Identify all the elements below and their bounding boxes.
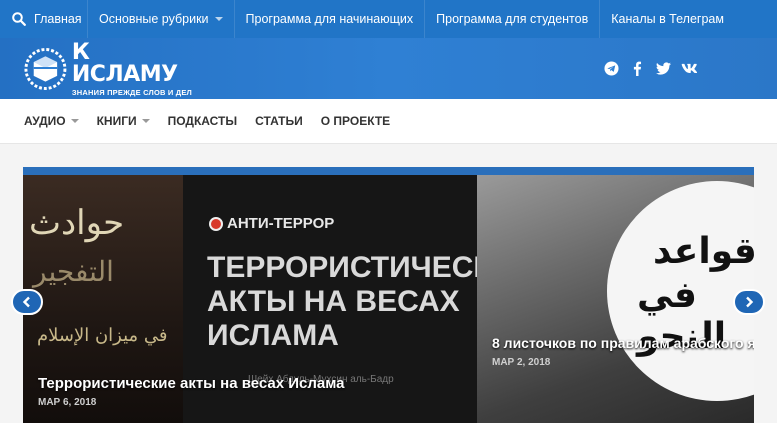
chevron-down-icon bbox=[214, 17, 223, 21]
facebook-icon[interactable] bbox=[629, 60, 645, 76]
slide-headline: ТЕРРОРИСТИЧЕСКИЕ АКТЫ НА ВЕСАХ ИСЛАМА bbox=[207, 251, 477, 353]
subnav-item-label: ПОДКАСТЫ bbox=[167, 114, 238, 128]
slider-prev-button[interactable] bbox=[11, 289, 43, 315]
home-link[interactable]: Главная bbox=[0, 0, 88, 38]
search-icon[interactable] bbox=[12, 12, 26, 26]
nav-item-telegram[interactable]: Каналы в Телеграм bbox=[600, 0, 735, 38]
nav-item-beginners[interactable]: Программа для начинающих bbox=[235, 0, 426, 38]
vk-icon[interactable] bbox=[681, 60, 697, 76]
subnav-item-books[interactable]: КНИГИ bbox=[97, 114, 150, 128]
slide-headline-line: ТЕРРОРИСТИЧЕСКИЕ bbox=[207, 251, 477, 284]
subnav-item-audio[interactable]: АУДИО bbox=[24, 114, 79, 128]
chevron-down-icon bbox=[70, 119, 79, 123]
subnav-item-label: АУДИО bbox=[24, 114, 66, 128]
slide-date: МАР 6, 2018 bbox=[38, 397, 97, 408]
site-logo[interactable]: К ИСЛАМУ ЗНАНИЯ ПРЕЖДЕ СЛОВ И ДЕЛ bbox=[23, 41, 199, 97]
site-header: К ИСЛАМУ ЗНАНИЯ ПРЕЖДЕ СЛОВ И ДЕЛ bbox=[0, 38, 777, 99]
subnav-item-articles[interactable]: СТАТЬИ bbox=[255, 114, 303, 128]
secondary-nav: АУДИО КНИГИ ПОДКАСТЫ СТАТЬИ О ПРОЕКТЕ bbox=[0, 99, 777, 144]
nav-item-label: Каналы в Телеграм bbox=[611, 12, 724, 26]
subnav-item-podcasts[interactable]: ПОДКАСТЫ bbox=[168, 114, 238, 128]
slide-terrorism[interactable]: حوادث التفجير في ميزان الإسلام АНТИ-ТЕРР… bbox=[23, 175, 477, 423]
top-bar: Главная Основные рубрики Программа для н… bbox=[0, 0, 777, 38]
book-arabic-footer: في ميزان الإسلام bbox=[37, 325, 168, 346]
book-arabic-subtitle: التفجير bbox=[33, 255, 114, 288]
nav-item-rubrics[interactable]: Основные рубрики bbox=[88, 0, 235, 38]
slide-caption[interactable]: 8 листочков по правилам арабского языка bbox=[492, 335, 754, 351]
slide-headline-line: АКТЫ НА ВЕСАХ bbox=[207, 285, 460, 318]
slider-top-border bbox=[23, 167, 754, 175]
chevron-down-icon bbox=[141, 119, 150, 123]
logo-subtitle: ЗНАНИЯ ПРЕЖДЕ СЛОВ И ДЕЛ bbox=[71, 87, 192, 97]
subnav-item-label: О ПРОЕКТЕ bbox=[320, 114, 391, 128]
slide-headline-line: ИСЛАМА bbox=[207, 319, 339, 352]
twitter-icon[interactable] bbox=[655, 60, 671, 76]
nav-item-students[interactable]: Программа для студентов bbox=[425, 0, 601, 38]
subnav-item-label: СТАТЬИ bbox=[255, 114, 303, 128]
slide-tag-label: АНТИ-ТЕРРОР bbox=[227, 215, 335, 232]
slide-caption[interactable]: Террористические акты на весах Ислама bbox=[38, 375, 345, 392]
social-links bbox=[603, 60, 697, 76]
slider-next-button[interactable] bbox=[733, 289, 765, 315]
logo-title: К ИСЛАМУ bbox=[71, 39, 178, 87]
slide-arabic-text: قواعد bbox=[653, 231, 754, 272]
subnav-item-label: КНИГИ bbox=[96, 114, 137, 128]
target-icon bbox=[209, 216, 223, 231]
home-link-label: Главная bbox=[34, 12, 82, 26]
featured-slider: حوادث التفجير في ميزان الإسلام АНТИ-ТЕРР… bbox=[23, 175, 754, 423]
nav-item-label: Основные рубрики bbox=[99, 12, 209, 26]
nav-item-label: Программа для студентов bbox=[436, 12, 589, 26]
slide-arabic-rules[interactable]: قواعد في النحو 8 листочков по правилам а… bbox=[477, 175, 754, 423]
chevron-left-icon bbox=[22, 296, 30, 308]
subnav-item-about[interactable]: О ПРОЕКТЕ bbox=[321, 114, 390, 128]
slide-date: МАР 2, 2018 bbox=[492, 357, 551, 368]
slide-tag: АНТИ-ТЕРРОР bbox=[209, 215, 334, 232]
kaaba-logo-icon bbox=[24, 48, 67, 90]
telegram-icon[interactable] bbox=[603, 60, 619, 76]
book-arabic-title: حوادث bbox=[29, 203, 125, 243]
nav-item-label: Программа для начинающих bbox=[245, 12, 414, 26]
chevron-right-icon bbox=[746, 296, 754, 308]
